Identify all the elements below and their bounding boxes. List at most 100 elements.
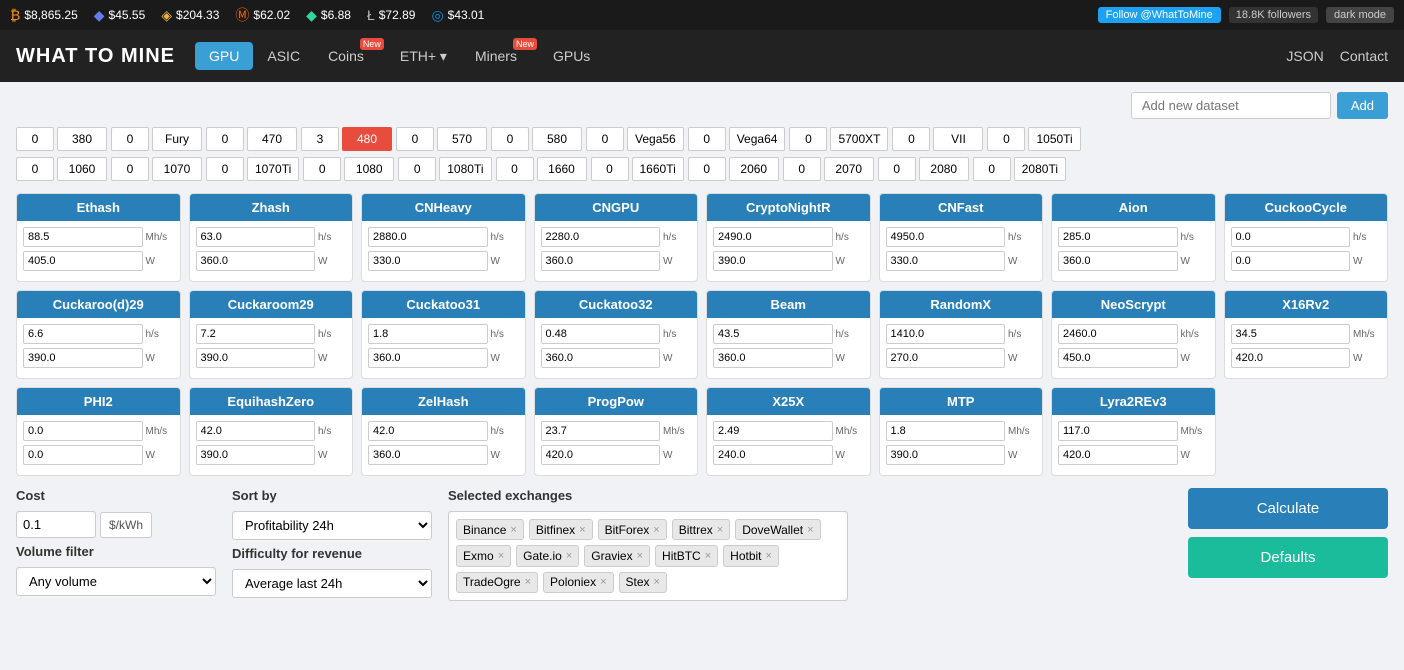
algo-hashrate-input-phi2[interactable] bbox=[23, 421, 143, 441]
volume-select[interactable]: Any volume bbox=[16, 567, 216, 596]
exchange-remove-hotbit[interactable]: × bbox=[766, 550, 772, 562]
sortby-select[interactable]: Profitability 24h bbox=[232, 511, 432, 540]
gpu-qty-5700XT[interactable] bbox=[789, 127, 827, 151]
exchange-remove-bitforex[interactable]: × bbox=[653, 524, 659, 536]
difficulty-select[interactable]: Average last 24h bbox=[232, 569, 432, 598]
algo-power-input-mtp[interactable] bbox=[886, 445, 1006, 465]
gpu-qty-VII[interactable] bbox=[892, 127, 930, 151]
algo-hashrate-input-cnfast[interactable] bbox=[886, 227, 1006, 247]
algo-power-input-aion[interactable] bbox=[1058, 251, 1178, 271]
nav-eth-plus[interactable]: ETH+ ▾ bbox=[386, 42, 461, 71]
exchange-remove-bittrex[interactable]: × bbox=[717, 524, 723, 536]
algo-hashrate-input-cngpu[interactable] bbox=[541, 227, 661, 247]
calculate-button[interactable]: Calculate bbox=[1188, 488, 1388, 529]
algo-hashrate-input-cuckatoo31[interactable] bbox=[368, 324, 488, 344]
algo-power-input-cryptonightr[interactable] bbox=[713, 251, 833, 271]
defaults-button[interactable]: Defaults bbox=[1188, 537, 1388, 578]
algo-hashrate-input-ethash[interactable] bbox=[23, 227, 143, 247]
gpu-qty-1080[interactable] bbox=[303, 157, 341, 181]
algo-power-input-cuckatoo32[interactable] bbox=[541, 348, 661, 368]
algo-hashrate-input-cuckoocycle[interactable] bbox=[1231, 227, 1351, 247]
algo-hashrate-input-zhash[interactable] bbox=[196, 227, 316, 247]
cost-input[interactable] bbox=[16, 511, 96, 538]
gpu-qty-2060[interactable] bbox=[688, 157, 726, 181]
algo-power-input-cuckaroom29[interactable] bbox=[196, 348, 316, 368]
algo-hashrate-input-randomx[interactable] bbox=[886, 324, 1006, 344]
algo-hashrate-input-cuckaroo(d)29[interactable] bbox=[23, 324, 143, 344]
algo-hashrate-input-cnheavy[interactable] bbox=[368, 227, 488, 247]
nav-asic[interactable]: ASIC bbox=[253, 42, 314, 70]
algo-power-input-zelhash[interactable] bbox=[368, 445, 488, 465]
exchange-remove-exmo[interactable]: × bbox=[498, 550, 504, 562]
algo-hashrate-input-x16rv2[interactable] bbox=[1231, 324, 1351, 344]
nav-contact[interactable]: Contact bbox=[1340, 48, 1388, 64]
algo-card-beam: Beamh/sW bbox=[706, 290, 871, 379]
exchange-remove-hitbtc[interactable]: × bbox=[705, 550, 711, 562]
exchange-remove-graviex[interactable]: × bbox=[637, 550, 643, 562]
gpu-qty-1070[interactable] bbox=[111, 157, 149, 181]
algo-power-input-cnfast[interactable] bbox=[886, 251, 1006, 271]
algo-power-input-cuckatoo31[interactable] bbox=[368, 348, 488, 368]
gpu-qty-Vega56[interactable] bbox=[586, 127, 624, 151]
algo-hashrate-input-neoscrypt[interactable] bbox=[1058, 324, 1178, 344]
gpu-qty-1070Ti[interactable] bbox=[206, 157, 244, 181]
algo-hashrate-input-mtp[interactable] bbox=[886, 421, 1006, 441]
exchange-remove-stex[interactable]: × bbox=[654, 576, 660, 588]
gpu-qty-580[interactable] bbox=[491, 127, 529, 151]
gpu-qty-Fury[interactable] bbox=[111, 127, 149, 151]
algo-power-input-phi2[interactable] bbox=[23, 445, 143, 465]
exchange-remove-bitfinex[interactable]: × bbox=[579, 524, 585, 536]
gpu-qty-380[interactable] bbox=[16, 127, 54, 151]
nav-miners[interactable]: MinersNew bbox=[461, 42, 539, 70]
follow-button[interactable]: Follow @WhatToMine bbox=[1098, 7, 1221, 23]
dataset-input[interactable] bbox=[1131, 92, 1331, 119]
algo-hashrate-input-cryptonightr[interactable] bbox=[713, 227, 833, 247]
nav-gpu[interactable]: GPU bbox=[195, 42, 253, 70]
algo-power-input-progpow[interactable] bbox=[541, 445, 661, 465]
algo-hashrate-input-progpow[interactable] bbox=[541, 421, 661, 441]
algo-hashrate-input-lyra2rev3[interactable] bbox=[1058, 421, 1178, 441]
gpu-qty-1060[interactable] bbox=[16, 157, 54, 181]
algo-power-input-zhash[interactable] bbox=[196, 251, 316, 271]
nav-coins[interactable]: CoinsNew bbox=[314, 42, 386, 70]
nav-json[interactable]: JSON bbox=[1286, 48, 1323, 64]
algo-hashrate-input-cuckaroom29[interactable] bbox=[196, 324, 316, 344]
gpu-qty-1080Ti[interactable] bbox=[398, 157, 436, 181]
algo-hashrate-input-aion[interactable] bbox=[1058, 227, 1178, 247]
gpu-qty-2080[interactable] bbox=[878, 157, 916, 181]
algo-hashrate-input-beam[interactable] bbox=[713, 324, 833, 344]
algo-power-input-randomx[interactable] bbox=[886, 348, 1006, 368]
algo-power-input-x25x[interactable] bbox=[713, 445, 833, 465]
algo-power-input-equihashzero[interactable] bbox=[196, 445, 316, 465]
gpu-qty-1660Ti[interactable] bbox=[591, 157, 629, 181]
algo-power-input-neoscrypt[interactable] bbox=[1058, 348, 1178, 368]
nav-gpus[interactable]: GPUs bbox=[539, 42, 604, 70]
algo-power-input-lyra2rev3[interactable] bbox=[1058, 445, 1178, 465]
algo-power-input-beam[interactable] bbox=[713, 348, 833, 368]
exchange-remove-dovewallet[interactable]: × bbox=[807, 524, 813, 536]
algo-power-input-cngpu[interactable] bbox=[541, 251, 661, 271]
gpu-qty-570[interactable] bbox=[396, 127, 434, 151]
gpu-qty-1050Ti[interactable] bbox=[987, 127, 1025, 151]
exchange-remove-tradeogre[interactable]: × bbox=[525, 576, 531, 588]
algo-power-input-cuckaroo(d)29[interactable] bbox=[23, 348, 143, 368]
add-dataset-button[interactable]: Add bbox=[1337, 92, 1388, 119]
gpu-qty-2070[interactable] bbox=[783, 157, 821, 181]
exchange-remove-gate.io[interactable]: × bbox=[566, 550, 572, 562]
exchange-remove-poloniex[interactable]: × bbox=[600, 576, 606, 588]
algo-hashrate-input-x25x[interactable] bbox=[713, 421, 833, 441]
algo-hashrate-input-cuckatoo32[interactable] bbox=[541, 324, 661, 344]
gpu-qty-480[interactable] bbox=[301, 127, 339, 151]
algo-hashrate-input-zelhash[interactable] bbox=[368, 421, 488, 441]
algo-power-input-x16rv2[interactable] bbox=[1231, 348, 1351, 368]
exchange-remove-binance[interactable]: × bbox=[510, 524, 516, 536]
algo-power-input-ethash[interactable] bbox=[23, 251, 143, 271]
algo-power-input-cnheavy[interactable] bbox=[368, 251, 488, 271]
algo-hashrate-input-equihashzero[interactable] bbox=[196, 421, 316, 441]
algo-power-input-cuckoocycle[interactable] bbox=[1231, 251, 1351, 271]
gpu-qty-2080Ti[interactable] bbox=[973, 157, 1011, 181]
darkmode-button[interactable]: dark mode bbox=[1326, 7, 1394, 23]
gpu-qty-Vega64[interactable] bbox=[688, 127, 726, 151]
gpu-qty-1660[interactable] bbox=[496, 157, 534, 181]
gpu-qty-470[interactable] bbox=[206, 127, 244, 151]
